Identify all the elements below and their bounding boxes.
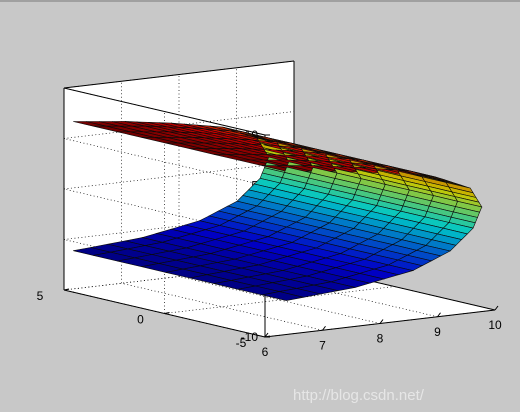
surface-figure: 678910-505-10-50510 http://blog.csdn.net…	[0, 0, 520, 412]
y-tick-label: 0	[137, 313, 144, 327]
x-tick-label: 10	[488, 318, 502, 332]
y-tick-label: 5	[37, 289, 44, 303]
x-tick-label: 7	[319, 338, 326, 352]
x-tick-label: 6	[262, 345, 269, 359]
z-tick-label: -10	[241, 330, 259, 344]
x-tick-label: 9	[434, 325, 441, 339]
x-tick-label: 8	[377, 332, 384, 346]
figure-top-edge	[0, 0, 520, 2]
watermark-text: http://blog.csdn.net/	[293, 387, 425, 404]
